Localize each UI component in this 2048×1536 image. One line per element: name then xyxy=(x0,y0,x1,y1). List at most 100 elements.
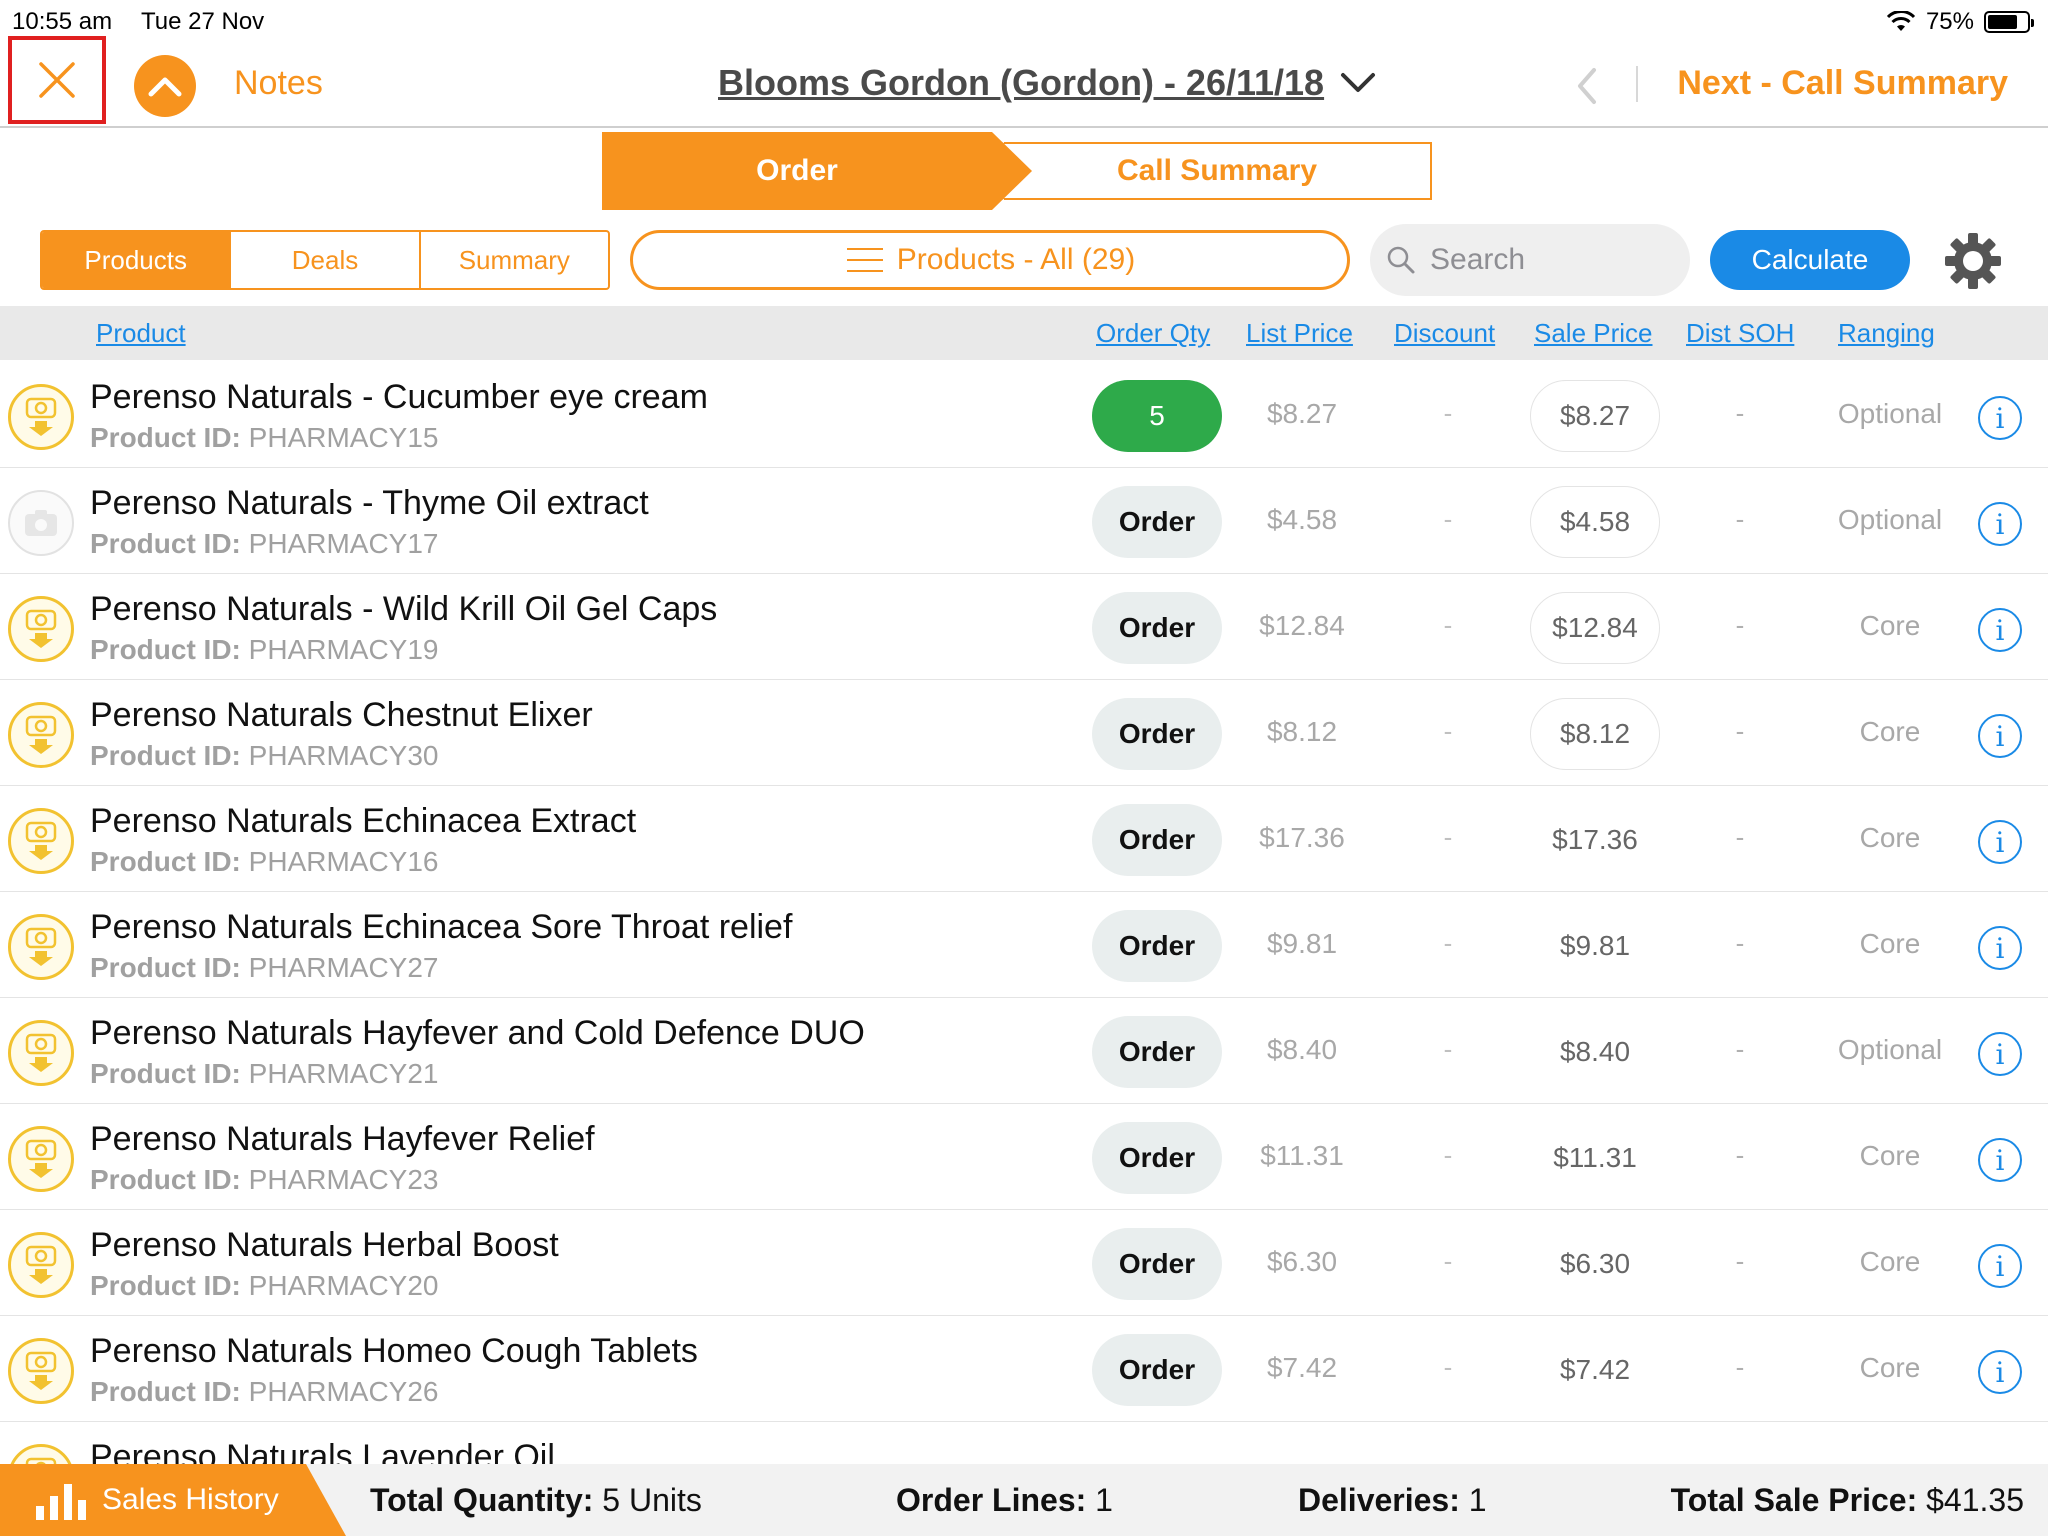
gear-icon[interactable] xyxy=(1942,230,2004,292)
sale-price[interactable]: $12.84 xyxy=(1530,592,1660,664)
table-row[interactable]: Perenso Naturals Echinacea Sore Throat r… xyxy=(0,892,2048,998)
search-input[interactable]: Search xyxy=(1370,224,1690,296)
sale-price[interactable]: $8.12 xyxy=(1530,698,1660,770)
product-image-download-icon[interactable] xyxy=(8,1126,74,1192)
product-image-download-icon[interactable] xyxy=(8,1444,74,1464)
column-product[interactable]: Product xyxy=(96,318,186,349)
step-call-summary[interactable]: Call Summary xyxy=(1004,142,1432,200)
product-image-download-icon[interactable] xyxy=(8,914,74,980)
info-icon[interactable]: i xyxy=(1978,608,2022,652)
product-image-download-icon[interactable] xyxy=(8,384,74,450)
product-name: Perenso Naturals Echinacea Extract xyxy=(90,802,637,840)
total-sale-price-value: $41.35 xyxy=(1926,1482,2024,1518)
column-ranging[interactable]: Ranging xyxy=(1838,318,1935,349)
dist-soh: - xyxy=(1735,928,1745,958)
status-bar: 10:55 am Tue 27 Nov 75% xyxy=(0,0,2048,40)
sale-price[interactable]: $9.81 xyxy=(1530,910,1660,982)
sale-price[interactable]: $17.36 xyxy=(1530,804,1660,876)
notes-toggle-button[interactable] xyxy=(134,55,196,117)
table-row[interactable]: Perenso Naturals Hayfever and Cold Defen… xyxy=(0,998,2048,1104)
product-image-download-icon[interactable] xyxy=(8,702,74,768)
sale-price[interactable]: $8.27 xyxy=(1530,380,1660,452)
order-qty-button[interactable]: Order xyxy=(1092,910,1222,982)
sale-price[interactable]: $7.42 xyxy=(1530,1334,1660,1406)
table-row[interactable]: Perenso Naturals Echinacea Extract Produc… xyxy=(0,786,2048,892)
sale-price[interactable]: $4.58 xyxy=(1530,486,1660,558)
battery-icon xyxy=(1984,11,2034,33)
product-image-download-icon[interactable] xyxy=(8,1338,74,1404)
order-qty-button[interactable]: Order xyxy=(1092,1334,1222,1406)
order-qty-button[interactable]: Order xyxy=(1092,804,1222,876)
deliveries-value: 1 xyxy=(1468,1482,1487,1518)
close-button[interactable] xyxy=(8,36,106,124)
table-row[interactable]: Perenso Naturals Chestnut Elixer Product … xyxy=(0,680,2048,786)
info-icon[interactable]: i xyxy=(1978,1244,2022,1288)
ranging: Core xyxy=(1859,822,1921,853)
back-chevron-icon[interactable] xyxy=(1572,66,1602,106)
sale-price[interactable]: $6.30 xyxy=(1530,1228,1660,1300)
info-icon[interactable]: i xyxy=(1978,1138,2022,1182)
order-lines: Order Lines: 1 xyxy=(896,1482,1113,1519)
sale-price[interactable]: $11.31 xyxy=(1530,1122,1660,1194)
info-icon[interactable]: i xyxy=(1978,502,2022,546)
no-image-icon[interactable] xyxy=(8,490,74,556)
table-row[interactable]: Perenso Naturals - Wild Krill Oil Gel Ca… xyxy=(0,574,2048,680)
sales-history-button[interactable]: Sales History xyxy=(0,1464,346,1536)
product-id-value: PHARMACY20 xyxy=(248,1270,439,1301)
info-icon[interactable]: i xyxy=(1978,1032,2022,1076)
order-qty-button[interactable]: 5 xyxy=(1092,380,1222,452)
menu-lines-icon xyxy=(846,248,883,272)
next-call-summary-button[interactable]: Next - Call Summary xyxy=(1677,64,2008,103)
list-price: $7.42 xyxy=(1266,1352,1338,1383)
step-order[interactable]: Order xyxy=(602,132,1032,210)
product-id-label: Product ID: xyxy=(90,740,241,771)
order-qty-button[interactable]: Order xyxy=(1092,592,1222,664)
table-row[interactable]: Perenso Naturals - Cucumber eye cream Pro… xyxy=(0,362,2048,468)
column-list-price[interactable]: List Price xyxy=(1246,318,1353,349)
product-id-label: Product ID: xyxy=(90,1376,241,1407)
info-icon[interactable]: i xyxy=(1978,926,2022,970)
product-image-download-icon[interactable] xyxy=(8,596,74,662)
order-qty-button[interactable]: Order xyxy=(1092,1122,1222,1194)
table-row[interactable]: Perenso Naturals Lavender Oil xyxy=(0,1422,2048,1464)
product-image-download-icon[interactable] xyxy=(8,1232,74,1298)
column-dist-soh[interactable]: Dist SOH xyxy=(1686,318,1794,349)
calculate-button[interactable]: Calculate xyxy=(1710,230,1910,290)
sale-price[interactable]: $8.40 xyxy=(1530,1016,1660,1088)
discount: - xyxy=(1443,716,1453,746)
product-id-value: PHARMACY19 xyxy=(248,634,439,665)
order-qty-button[interactable]: Order xyxy=(1092,698,1222,770)
product-id: Product ID: PHARMACY26 xyxy=(90,1376,439,1408)
list-price: $17.36 xyxy=(1259,822,1345,853)
ranging: Core xyxy=(1859,928,1921,959)
product-filter-label: Products - All (29) xyxy=(896,243,1136,276)
product-image-download-icon[interactable] xyxy=(8,808,74,874)
tab-deals[interactable]: Deals xyxy=(231,232,421,288)
info-icon[interactable]: i xyxy=(1978,820,2022,864)
product-filter-button[interactable]: Products - All (29) xyxy=(630,230,1350,290)
column-order-qty[interactable]: Order Qty xyxy=(1096,318,1210,349)
discount: - xyxy=(1443,504,1453,534)
table-row[interactable]: Perenso Naturals Hayfever Relief Product … xyxy=(0,1104,2048,1210)
ranging: Core xyxy=(1859,1352,1921,1383)
tab-summary[interactable]: Summary xyxy=(421,232,608,288)
call-title-dropdown[interactable]: Blooms Gordon (Gordon) - 26/11/18 xyxy=(718,62,1376,104)
table-row[interactable]: Perenso Naturals - Thyme Oil extract Prod… xyxy=(0,468,2048,574)
order-qty-button[interactable]: Order xyxy=(1092,1228,1222,1300)
product-id-value: PHARMACY17 xyxy=(248,528,439,559)
order-qty-button[interactable]: Order xyxy=(1092,1016,1222,1088)
column-discount[interactable]: Discount xyxy=(1394,318,1495,349)
table-row[interactable]: Perenso Naturals Herbal Boost Product ID:… xyxy=(0,1210,2048,1316)
info-icon[interactable]: i xyxy=(1978,714,2022,758)
info-icon[interactable]: i xyxy=(1978,1350,2022,1394)
notes-label[interactable]: Notes xyxy=(234,64,323,103)
table-row[interactable]: Perenso Naturals Homeo Cough Tablets Prod… xyxy=(0,1316,2048,1422)
product-id-label: Product ID: xyxy=(90,634,241,665)
order-qty-button[interactable]: Order xyxy=(1092,486,1222,558)
tab-products[interactable]: Products xyxy=(42,232,232,288)
info-icon[interactable]: i xyxy=(1978,396,2022,440)
product-image-download-icon[interactable] xyxy=(8,1020,74,1086)
product-id: Product ID: PHARMACY16 xyxy=(90,846,439,878)
search-placeholder: Search xyxy=(1430,243,1526,276)
column-sale-price[interactable]: Sale Price xyxy=(1534,318,1653,349)
